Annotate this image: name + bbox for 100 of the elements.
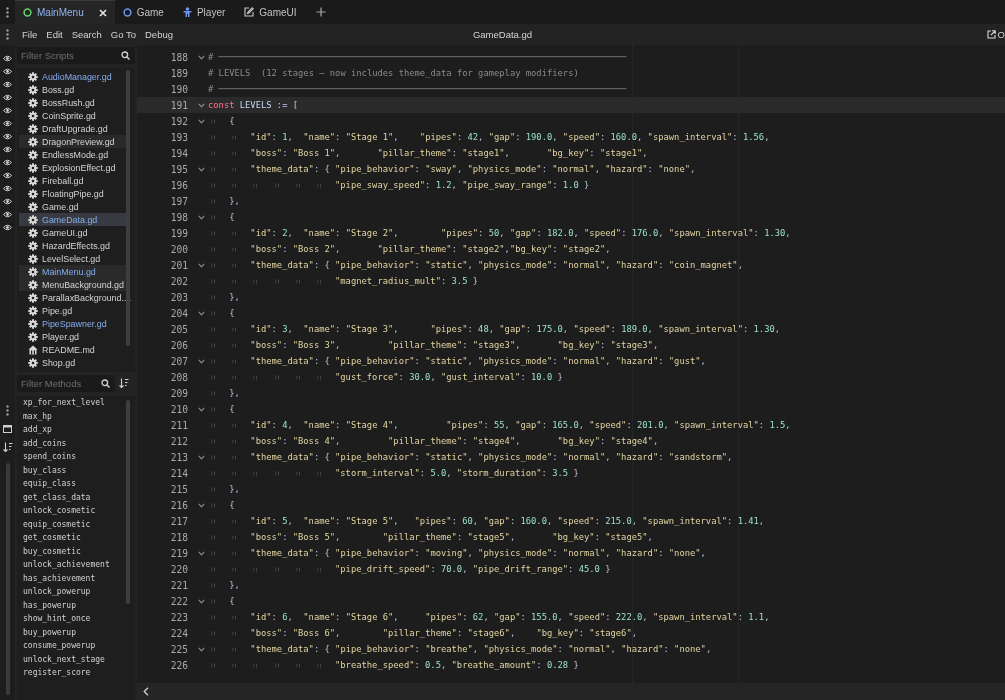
editor-tab[interactable]: Player xyxy=(174,0,237,24)
line-number: 190 xyxy=(169,83,188,95)
more-icon[interactable] xyxy=(6,405,9,416)
script-item[interactable]: ExplosionEffect.gd xyxy=(42,162,116,173)
add-tab-icon[interactable] xyxy=(315,7,326,17)
eye-icon[interactable] xyxy=(3,120,12,127)
gear-icon xyxy=(28,201,38,212)
tab-indent-icon xyxy=(210,134,216,140)
line-number: 216 xyxy=(169,499,188,511)
tab-indent-icon xyxy=(210,118,216,124)
eye-icon[interactable] xyxy=(3,185,12,192)
tab-indent-icon xyxy=(210,646,216,652)
filter-scripts-field[interactable]: Filter Scripts xyxy=(17,47,135,64)
sort-icon[interactable] xyxy=(119,378,129,388)
eye-icon[interactable] xyxy=(3,94,12,101)
script-item[interactable]: Shop.gd xyxy=(42,357,76,368)
script-item[interactable]: Pipe.gd xyxy=(42,305,73,316)
method-item[interactable]: has_achievement xyxy=(21,573,135,587)
script-item[interactable]: BossRush.gd xyxy=(42,97,95,108)
menu-item[interactable]: Debug xyxy=(141,29,177,40)
method-item[interactable]: register_score xyxy=(21,668,135,682)
script-item[interactable]: FloatingPipe.gd xyxy=(42,188,104,199)
tab-indent-icon xyxy=(231,262,238,268)
script-item[interactable]: Game.gd xyxy=(42,201,79,212)
script-item[interactable]: DraftUpgrade.gd xyxy=(42,123,108,134)
more-icon[interactable] xyxy=(6,6,9,18)
line-number: 191 xyxy=(169,99,188,111)
method-item[interactable]: buy_class xyxy=(21,465,135,479)
eye-icon[interactable] xyxy=(3,107,12,114)
tab-indent-icon xyxy=(231,630,238,636)
method-item[interactable]: xp_for_next_level xyxy=(21,398,135,412)
method-item[interactable]: add_xp xyxy=(21,425,135,439)
eye-icon[interactable] xyxy=(3,68,12,75)
tab-indent-icon xyxy=(231,326,238,332)
sort-icon[interactable] xyxy=(2,442,13,452)
script-item[interactable]: Fireball.gd xyxy=(42,175,84,186)
menu-item[interactable]: Search xyxy=(67,29,106,40)
eye-icon[interactable] xyxy=(3,159,12,166)
menu-item[interactable]: Edit xyxy=(42,29,67,40)
method-item[interactable]: get_class_data xyxy=(21,492,135,506)
script-item[interactable]: CoinSprite.gd xyxy=(42,110,96,121)
menu-item[interactable]: File xyxy=(18,29,42,40)
editor-tab[interactable]: MainMenu xyxy=(15,0,115,24)
method-item[interactable]: add_coins xyxy=(21,438,135,452)
code-line: }, xyxy=(229,196,240,206)
method-item[interactable]: spend_coins xyxy=(21,452,135,466)
close-icon[interactable] xyxy=(98,8,107,17)
tab-indent-icon xyxy=(210,358,216,364)
script-item[interactable]: Boss.gd xyxy=(42,84,75,95)
method-item[interactable]: unlock_achievement xyxy=(21,560,135,574)
docs-link[interactable]: O xyxy=(986,29,1005,40)
script-item[interactable]: AudioManager.gd xyxy=(42,71,112,82)
scrollbar[interactable] xyxy=(5,463,10,695)
eye-icon[interactable] xyxy=(3,211,12,218)
code-line: "id": 1, "name": "Stage 1", "pipes": 42, "gap": 190.0, "speed": 160.0, "spawn_interval": 1.56, xyxy=(250,132,770,142)
eye-icon[interactable] xyxy=(3,81,12,88)
tab-indent-icon xyxy=(210,470,216,476)
tab-indent-icon xyxy=(210,406,216,412)
gear-icon xyxy=(28,357,38,368)
script-item[interactable]: HazardEffects.gd xyxy=(42,240,110,251)
tab-indent-icon xyxy=(210,582,216,588)
method-item[interactable]: equip_cosmetic xyxy=(21,519,135,533)
eye-icon[interactable] xyxy=(3,133,12,140)
method-item[interactable]: buy_cosmetic xyxy=(21,546,135,560)
script-item[interactable]: PipeSpawner.gd xyxy=(42,318,107,329)
method-item[interactable]: equip_class xyxy=(21,479,135,493)
script-item[interactable]: EndlessMode.gd xyxy=(42,149,109,160)
editor-tab[interactable]: GameUI xyxy=(236,0,308,24)
eye-icon[interactable] xyxy=(3,55,12,62)
method-item[interactable]: buy_powerup xyxy=(21,627,135,641)
eye-icon[interactable] xyxy=(3,172,12,179)
method-item[interactable]: show_hint_once xyxy=(21,614,135,628)
menu-item[interactable]: Go To xyxy=(106,29,140,40)
method-item[interactable]: unlock_cosmetic xyxy=(21,506,135,520)
method-item[interactable]: consume_powerup xyxy=(21,641,135,655)
script-item[interactable]: GameUI.gd xyxy=(42,227,88,238)
scrollbar[interactable] xyxy=(126,400,130,604)
script-item[interactable]: README.md xyxy=(42,344,95,355)
code-line: const LEVELS := [ xyxy=(208,100,299,110)
code-line: { xyxy=(229,500,235,510)
panel-icon[interactable] xyxy=(3,425,12,433)
filter-methods-field[interactable]: Filter Methods xyxy=(17,374,115,392)
code-line: "id": 2, "name": "Stage 2", "pipes": 50, "gap": 182.0, "speed": 176.0, "spawn_interval": 1.30, xyxy=(250,228,791,238)
eye-icon[interactable] xyxy=(3,198,12,205)
method-item[interactable]: get_cosmetic xyxy=(21,533,135,547)
tab-indent-icon xyxy=(210,486,216,492)
eye-icon[interactable] xyxy=(3,224,12,231)
method-item[interactable]: has_powerup xyxy=(21,600,135,614)
tab-indent-icon xyxy=(210,230,216,236)
editor-tab[interactable]: Game xyxy=(114,0,175,24)
script-item[interactable]: LevelSelect.gd xyxy=(42,253,101,264)
eye-icon[interactable] xyxy=(3,146,12,153)
method-item[interactable]: unlock_powerup xyxy=(21,587,135,601)
script-item[interactable]: ParallaxBackground.... xyxy=(42,292,132,303)
more-icon[interactable] xyxy=(6,29,9,40)
method-item[interactable]: max_hp xyxy=(21,411,135,425)
code-line: "theme_data": { "pipe_behavior": "moving", "physics_mode": "normal", "hazard": "none", xyxy=(250,548,706,558)
gear-icon xyxy=(28,162,38,173)
method-item[interactable]: unlock_next_stage xyxy=(21,654,135,668)
script-item[interactable]: Player.gd xyxy=(42,331,79,342)
